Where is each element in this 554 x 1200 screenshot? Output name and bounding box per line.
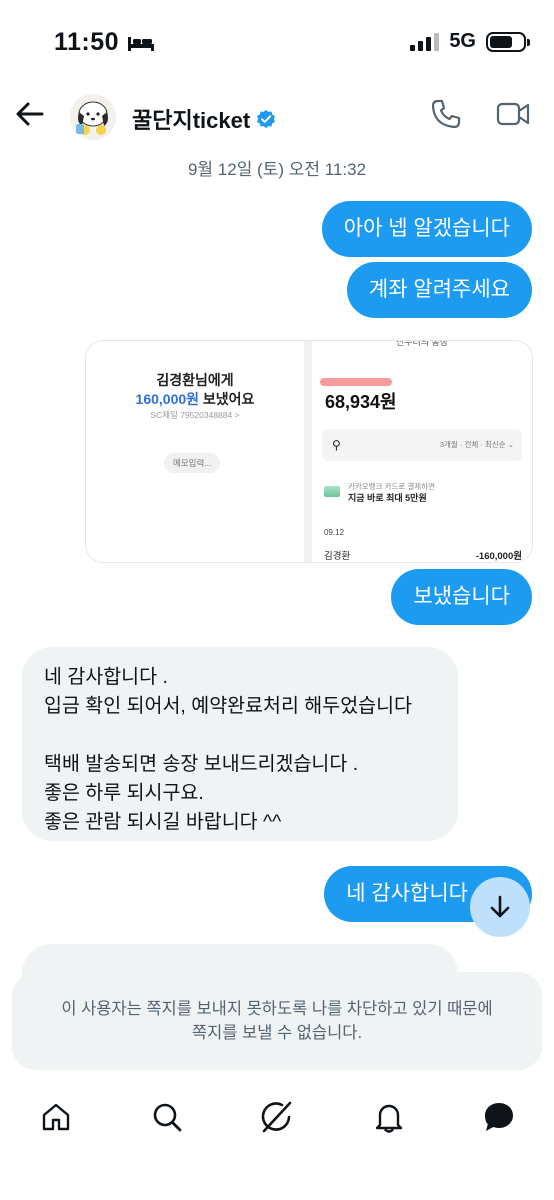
bottom-tab-bar <box>0 1090 554 1150</box>
tab-notifications[interactable] <box>372 1100 406 1134</box>
avatar[interactable] <box>70 94 116 140</box>
history-filter: 3개월 · 전체 · 최신순 ⌄ <box>439 440 514 449</box>
tab-messages[interactable] <box>482 1100 516 1134</box>
bank-header: 전부터의 통장 <box>395 340 449 347</box>
sleep-focus-icon <box>128 36 155 51</box>
verified-badge-icon <box>257 109 276 129</box>
conversation-timestamp: 9월 12일 (토) 오전 11:32 <box>187 160 367 179</box>
image-attachment[interactable]: 김경환님에게 160,000원 보냈어요 SC제일 79520348884 > … <box>85 340 533 563</box>
history-search-box: ⚲ 3개월 · 전체 · 최신순 ⌄ <box>322 429 522 461</box>
message-bubble-outgoing[interactable]: 보냈습니다 <box>391 569 532 625</box>
blocked-notice: 이 사용자는 쪽지를 보내지 못하도록 나를 차단하고 있기 때문에 쪽지를 보… <box>12 972 542 1070</box>
messages-icon <box>485 1103 513 1131</box>
scroll-to-bottom-button[interactable] <box>470 877 530 937</box>
image-divider <box>304 341 312 562</box>
pochacco-avatar-icon <box>70 94 116 140</box>
battery-icon <box>486 31 530 52</box>
transfer-confirmation-screenshot: 김경환님에게 160,000원 보냈어요 SC제일 79520348884 > … <box>86 341 304 562</box>
conversation-header: 꿀단지ticket <box>0 86 554 142</box>
tab-search[interactable] <box>150 1100 184 1134</box>
message-bubble-outgoing[interactable]: 계좌 알려주세요 <box>346 262 532 318</box>
status-bar: 11:50 5G <box>0 0 554 84</box>
transaction-name: 김경환 <box>324 551 351 562</box>
transaction-date: 09.12 <box>324 528 345 537</box>
card-icon <box>324 486 340 497</box>
video-call-icon[interactable] <box>496 98 530 130</box>
contact-name[interactable]: 꿀단지ticket <box>132 103 250 135</box>
transfer-amount: 160,000원 <box>135 391 200 407</box>
status-time: 11:50 <box>54 28 155 57</box>
home-icon <box>42 1103 70 1131</box>
time-text: 11:50 <box>54 28 120 56</box>
arrow-down-icon <box>490 895 510 918</box>
search-icon <box>153 1103 182 1132</box>
tab-home[interactable] <box>39 1100 73 1134</box>
grok-icon <box>261 1101 292 1133</box>
network-label: 5G <box>449 30 476 52</box>
phone-call-icon[interactable] <box>430 98 462 130</box>
account-number: SC제일 79520348884 > <box>150 410 240 420</box>
bank-history-screenshot: 전부터의 통장 68,934원 ⚲ 3개월 · 전체 · 최신순 ⌄ 카카오뱅크… <box>312 341 532 562</box>
signal-icon <box>410 32 440 51</box>
back-arrow-icon[interactable] <box>14 98 46 130</box>
tab-grok[interactable] <box>260 1100 294 1134</box>
message-bubble-outgoing[interactable]: 아아 넵 알겠습니다 <box>321 201 532 257</box>
card-promo-line2: 지금 바로 최대 5만원 <box>348 493 427 503</box>
transfer-amount-line: 160,000원 보냈어요 <box>86 389 304 409</box>
recipient-text: 김경환님에게 <box>156 372 234 388</box>
memo-input: 메모입력... <box>164 453 221 473</box>
search-icon: ⚲ <box>332 438 341 452</box>
message-bubble-incoming[interactable]: 네 감사합니다 . 입금 확인 되어서, 예약완료처리 해두었습니다 택배 발송… <box>22 647 458 841</box>
redaction-mark <box>320 378 392 386</box>
transfer-suffix: 보냈어요 <box>199 391 255 407</box>
account-balance: 68,934원 <box>325 392 397 412</box>
bell-icon <box>375 1104 403 1133</box>
transaction-amount: -160,000원 <box>475 551 522 562</box>
